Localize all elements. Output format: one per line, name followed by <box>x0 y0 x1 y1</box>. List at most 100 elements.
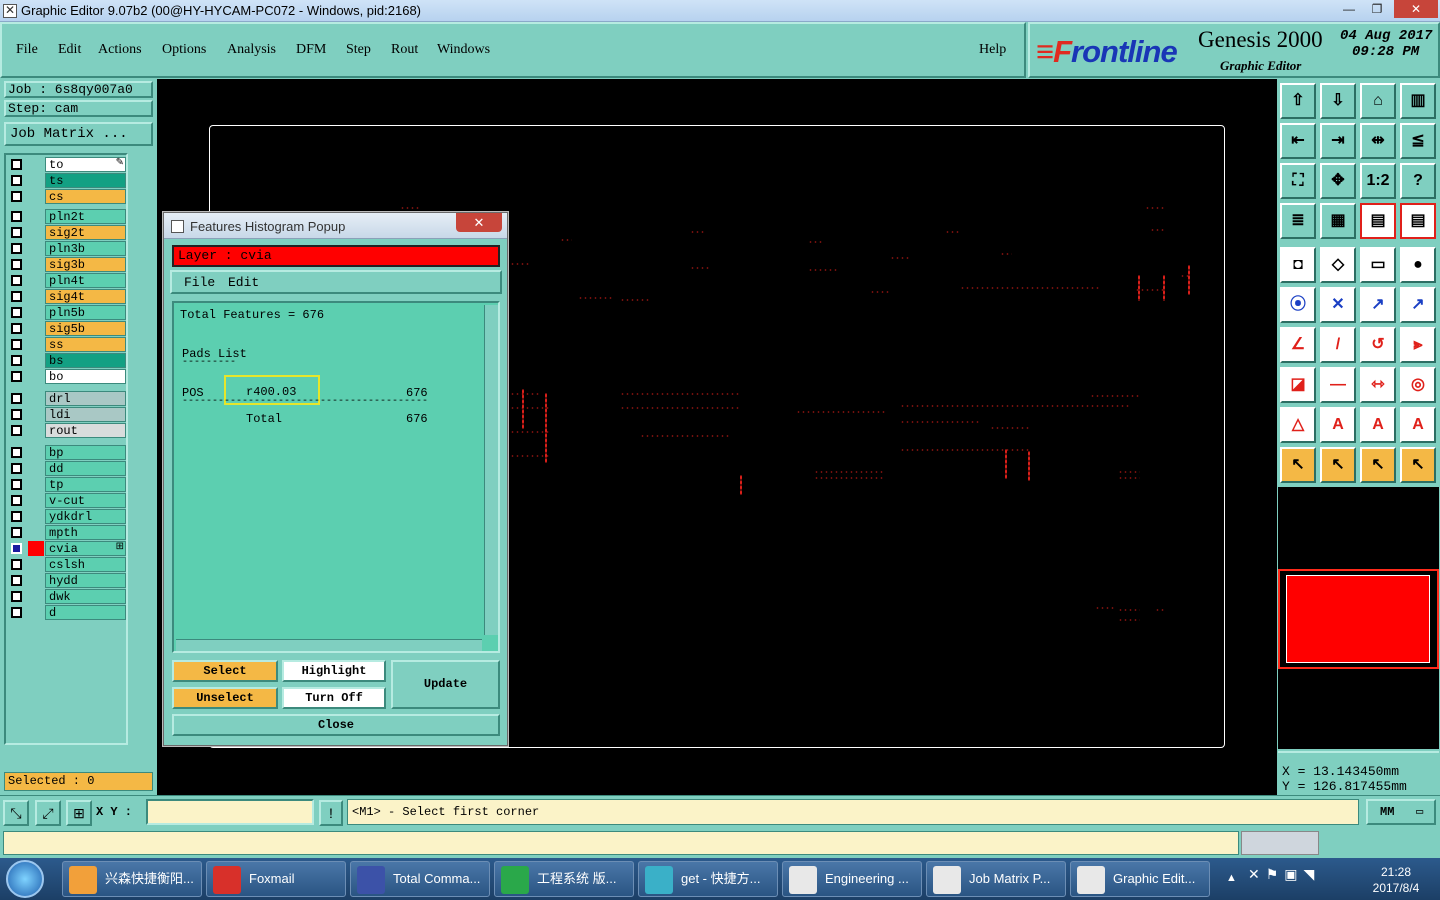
tool-button-r6-c2-icon[interactable]: ↺ <box>1360 327 1396 363</box>
layer-row-ts[interactable]: ts <box>8 173 126 188</box>
popup-close-btn[interactable]: Close <box>172 714 500 736</box>
layer-row-pln3b[interactable]: pln3b <box>8 241 126 256</box>
tool-button-r6-c0-icon[interactable]: ∠ <box>1280 327 1316 363</box>
layer-checkbox[interactable] <box>11 559 22 570</box>
layer-row-cvia[interactable]: cvia ⊞ <box>8 541 126 556</box>
histogram-text-area[interactable]: Total Features = 676 Pads List ---------… <box>172 301 500 653</box>
measure-icon[interactable]: ⤢ <box>35 800 61 826</box>
menu-windows[interactable]: Windows <box>437 42 490 58</box>
layer-checkbox[interactable] <box>11 307 22 318</box>
layer-checkbox[interactable] <box>11 575 22 586</box>
tool-button-r1-c0-icon[interactable]: ⇤ <box>1280 123 1316 159</box>
layer-checkbox[interactable] <box>11 227 22 238</box>
tool-button-r5-c2-icon[interactable]: ↗ <box>1360 287 1396 323</box>
layer-row-dwk[interactable]: dwk <box>8 589 126 604</box>
layer-checkbox[interactable] <box>11 355 22 366</box>
tool-button-r1-c1-icon[interactable]: ⇥ <box>1320 123 1356 159</box>
layer-checkbox[interactable] <box>11 511 22 522</box>
layer-row-pln5b[interactable]: pln5b <box>8 305 126 320</box>
layer-checkbox[interactable] <box>11 191 22 202</box>
taskbar-item[interactable]: get - 快捷方... <box>638 861 778 897</box>
tool-button-r8-c2-icon[interactable]: A <box>1360 407 1396 443</box>
close-button[interactable]: ✕ <box>1394 0 1438 18</box>
layer-checkbox[interactable] <box>11 607 22 618</box>
xy-input[interactable] <box>146 799 314 825</box>
tool-button-r2-c3-icon[interactable]: ? <box>1400 163 1436 199</box>
menu-file[interactable]: File <box>16 42 38 58</box>
tool-button-r0-c1-icon[interactable]: ⇩ <box>1320 83 1356 119</box>
tool-button-r6-c1-icon[interactable]: / <box>1320 327 1356 363</box>
layer-checkbox[interactable] <box>11 291 22 302</box>
tool-button-r5-c0-icon[interactable]: ⦿ <box>1280 287 1316 323</box>
tool-button-r9-c1-icon[interactable]: ↖ <box>1320 447 1356 483</box>
update-button[interactable]: Update <box>391 660 500 709</box>
layer-row-ss[interactable]: ss <box>8 337 126 352</box>
tray-arrow-icon[interactable]: ▲ <box>1226 872 1237 884</box>
layer-checkbox[interactable] <box>11 339 22 350</box>
tool-button-r1-c2-icon[interactable]: ⇹ <box>1360 123 1396 159</box>
taskbar-item[interactable]: Job Matrix P... <box>926 861 1066 897</box>
layer-row-ldi[interactable]: ldi <box>8 407 126 422</box>
layer-checkbox[interactable] <box>11 159 22 170</box>
layer-checkbox[interactable] <box>11 591 22 602</box>
layer-row-sig3b[interactable]: sig3b <box>8 257 126 272</box>
menu-dfm[interactable]: DFM <box>296 42 326 58</box>
select-button[interactable]: Select <box>172 660 278 682</box>
tool-button-r0-c2-icon[interactable]: ⌂ <box>1360 83 1396 119</box>
vertical-scrollbar[interactable] <box>484 305 498 635</box>
tool-button-r4-c0-icon[interactable]: ◘ <box>1280 247 1316 283</box>
taskbar-item[interactable]: 兴森快捷衡阳... <box>62 861 202 897</box>
taskbar-item[interactable]: 工程系统 版... <box>494 861 634 897</box>
highlight-button[interactable]: Highlight <box>282 660 386 682</box>
layer-checkbox[interactable] <box>11 463 22 474</box>
turn-off-button[interactable]: Turn Off <box>282 687 386 709</box>
tool-button-r0-c3-icon[interactable]: ▥ <box>1400 83 1436 119</box>
layer-row-sig5b[interactable]: sig5b <box>8 321 126 336</box>
layer-row-v-cut[interactable]: v-cut <box>8 493 126 508</box>
tool-button-r1-c3-icon[interactable]: ≦ <box>1400 123 1436 159</box>
tool-button-r7-c3-icon[interactable]: ◎ <box>1400 367 1436 403</box>
tool-button-r9-c3-icon[interactable]: ↖ <box>1400 447 1436 483</box>
minimize-button[interactable]: — <box>1334 0 1364 18</box>
layer-checkbox[interactable] <box>11 447 22 458</box>
menu-actions[interactable]: Actions <box>98 42 142 58</box>
layer-checkbox[interactable] <box>11 409 22 420</box>
tool-button-r2-c2-icon[interactable]: 1:2 <box>1360 163 1396 199</box>
layer-row-bp[interactable]: bp <box>8 445 126 460</box>
taskbar-item[interactable]: Graphic Edit... <box>1070 861 1210 897</box>
tool-button-r0-c0-icon[interactable]: ⇧ <box>1280 83 1316 119</box>
input-method-tray[interactable] <box>1241 831 1319 855</box>
job-matrix-button[interactable]: Job Matrix ... <box>4 122 153 146</box>
popup-menu-file[interactable]: File <box>184 275 215 290</box>
tool-button-r6-c3-icon[interactable]: ⫸ <box>1400 327 1436 363</box>
layer-row-pln4t[interactable]: pln4t <box>8 273 126 288</box>
tool-button-r7-c0-icon[interactable]: ◪ <box>1280 367 1316 403</box>
layer-row-sig2t[interactable]: sig2t <box>8 225 126 240</box>
zoom-area-icon[interactable]: ⤡ <box>3 800 29 826</box>
layer-checkbox[interactable] <box>11 323 22 334</box>
layer-checkbox[interactable] <box>11 495 22 506</box>
tool-button-r8-c3-icon[interactable]: A <box>1400 407 1436 443</box>
units-selector[interactable]: MM ▭ <box>1366 799 1436 825</box>
maximize-button[interactable]: ❐ <box>1362 0 1392 18</box>
tool-button-r9-c2-icon[interactable]: ↖ <box>1360 447 1396 483</box>
menu-rout[interactable]: Rout <box>391 42 418 58</box>
menu-step[interactable]: Step <box>346 42 371 58</box>
taskbar-item[interactable]: Total Comma... <box>350 861 490 897</box>
tray-icons[interactable]: ✕⚑▣◥ <box>1248 866 1344 890</box>
layer-checkbox[interactable] <box>11 259 22 270</box>
tool-button-r2-c0-icon[interactable]: ⛶ <box>1280 163 1316 199</box>
layer-row-bs[interactable]: bs <box>8 353 126 368</box>
alert-icon[interactable]: ! <box>319 800 343 826</box>
layer-row-tp[interactable]: tp <box>8 477 126 492</box>
layer-row-pln2t[interactable]: pln2t <box>8 209 126 224</box>
layer-checkbox[interactable] <box>11 393 22 404</box>
horizontal-scrollbar[interactable] <box>176 639 482 651</box>
taskbar-item[interactable]: Foxmail <box>206 861 346 897</box>
layer-checkbox[interactable] <box>11 543 22 554</box>
layer-checkbox[interactable] <box>11 479 22 490</box>
layer-checkbox[interactable] <box>11 211 22 222</box>
unselect-button[interactable]: Unselect <box>172 687 278 709</box>
layer-row-sig4t[interactable]: sig4t <box>8 289 126 304</box>
layer-row-dd[interactable]: dd <box>8 461 126 476</box>
